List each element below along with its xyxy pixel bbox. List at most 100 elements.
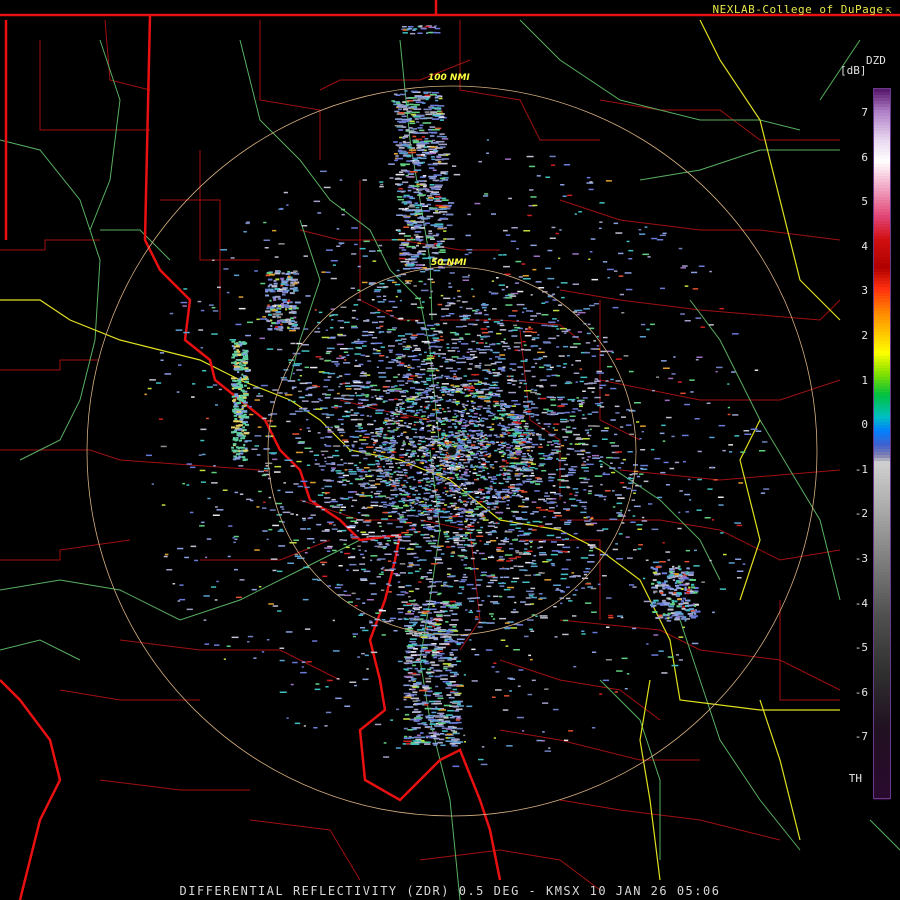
echo-pixel — [468, 251, 472, 254]
echo-pixel — [361, 399, 369, 401]
echo-pixel — [412, 444, 417, 446]
echo-pixel — [464, 493, 470, 495]
echo-pixel — [518, 530, 524, 532]
echo-pixel — [462, 465, 465, 468]
echo-pixel — [418, 440, 422, 442]
echo-pixel — [509, 520, 513, 522]
echo-pixel — [234, 538, 238, 540]
echo-pixel — [345, 546, 350, 549]
echo-pixel — [573, 575, 581, 577]
echo-pixel — [639, 233, 646, 235]
echo-pixel — [343, 362, 351, 364]
echo-pixel — [365, 475, 373, 478]
echo-pixel — [384, 471, 388, 473]
echo-pixel — [413, 204, 422, 206]
echo-pixel — [506, 499, 510, 502]
echo-pixel — [506, 560, 512, 562]
echo-pixel — [524, 395, 528, 398]
echo-pixel — [659, 432, 665, 435]
echo-pixel — [588, 485, 593, 487]
echo-pixel — [522, 501, 525, 503]
echo-pixel — [552, 708, 559, 711]
echo-pixel — [256, 318, 260, 321]
echo-pixel — [523, 475, 528, 477]
echo-pixel — [391, 239, 398, 241]
echo-pixel — [337, 392, 340, 395]
echo-pixel — [266, 639, 270, 641]
echo-pixel — [325, 686, 329, 688]
echo-pixel — [398, 188, 403, 190]
echo-pixel — [506, 462, 509, 464]
echo-pixel — [556, 450, 561, 453]
echo-pixel — [377, 409, 385, 411]
echo-pixel — [484, 193, 489, 195]
echo-pixel — [689, 499, 692, 501]
echo-pixel — [352, 548, 356, 550]
echo-pixel — [598, 460, 602, 462]
echo-pixel — [382, 511, 388, 514]
echo-pixel — [604, 490, 611, 492]
echo-pixel — [453, 436, 457, 438]
echo-pixel — [402, 181, 409, 184]
echo-pixel — [331, 479, 334, 482]
echo-pixel — [436, 246, 441, 248]
echo-pixel — [501, 370, 506, 372]
echo-pixel — [671, 435, 675, 438]
echo-pixel — [413, 414, 418, 416]
echo-pixel — [429, 126, 436, 128]
echo-pixel — [391, 417, 395, 420]
echo-pixel — [362, 405, 370, 407]
echo-pixel — [606, 456, 613, 459]
echo-pixel — [345, 398, 354, 401]
echo-pixel — [358, 427, 364, 429]
echo-pixel — [291, 387, 295, 390]
echo-pixel — [615, 380, 621, 382]
echo-pixel — [442, 197, 447, 200]
echo-pixel — [420, 368, 426, 371]
echo-pixel — [381, 571, 384, 573]
echo-pixel — [364, 654, 369, 657]
echo-pixel — [385, 473, 389, 476]
echo-pixel — [567, 398, 576, 401]
echo-pixel — [402, 536, 411, 538]
echo-pixel — [547, 425, 550, 428]
echo-pixel — [566, 426, 571, 428]
echo-pixel — [382, 535, 387, 537]
echo-pixel — [591, 611, 597, 613]
echo-pixel — [538, 498, 545, 501]
echo-pixel — [546, 368, 553, 371]
echo-pixel — [538, 446, 543, 448]
echo-pixel — [425, 98, 429, 101]
echo-pixel — [480, 512, 484, 514]
echo-pixel — [446, 490, 449, 493]
echo-pixel — [484, 319, 488, 322]
echo-pixel — [416, 114, 422, 117]
echo-pixel — [337, 530, 343, 533]
echo-pixel — [377, 542, 383, 544]
echo-pixel — [339, 179, 343, 181]
echo-pixel — [382, 421, 388, 423]
echo-pixel — [538, 452, 545, 455]
echo-pixel — [492, 476, 497, 478]
echo-pixel — [458, 498, 461, 501]
echo-pixel — [332, 314, 339, 316]
echo-pixel — [396, 594, 405, 596]
echo-pixel — [274, 465, 282, 468]
echo-pixel — [403, 479, 407, 482]
echo-pixel — [439, 119, 444, 121]
echo-pixel — [499, 469, 503, 471]
echo-pixel — [476, 474, 481, 476]
echo-pixel — [530, 630, 535, 632]
echo-pixel — [359, 578, 368, 580]
echo-pixel — [415, 239, 424, 241]
echo-pixel — [401, 497, 406, 500]
echo-pixel — [359, 563, 366, 565]
echo-pixel — [549, 237, 556, 239]
echo-pixel — [403, 196, 407, 198]
echo-pixel — [378, 244, 383, 247]
echo-pixel — [423, 108, 432, 111]
echo-pixel — [492, 478, 498, 480]
echo-pixel — [370, 539, 375, 541]
echo-pixel — [625, 536, 630, 538]
echo-pixel — [321, 271, 326, 273]
